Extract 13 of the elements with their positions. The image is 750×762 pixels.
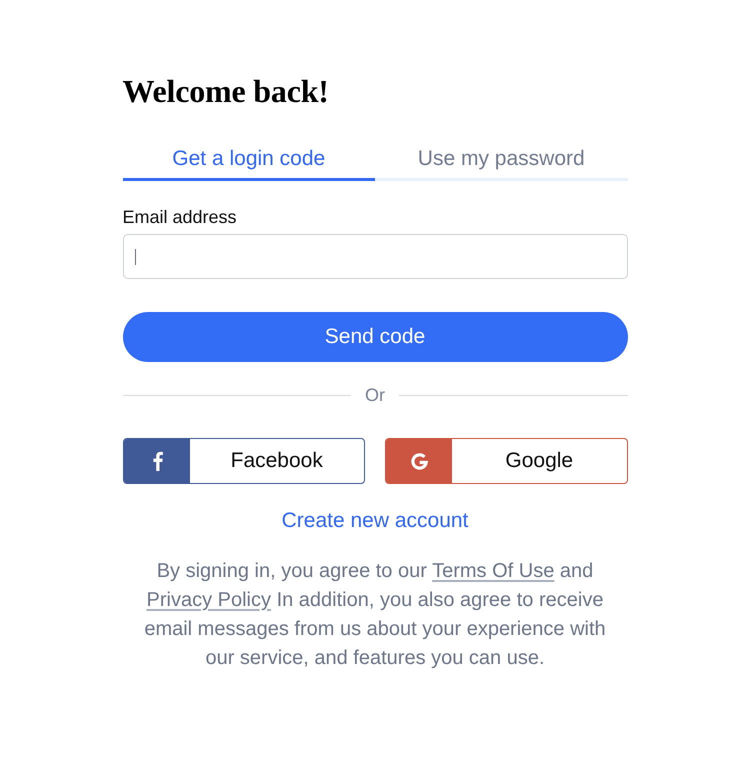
policy-link[interactable]: Terms Of Use	[432, 560, 554, 582]
email-input[interactable]	[122, 234, 628, 279]
tab[interactable]: Get a login code	[122, 144, 375, 181]
tab[interactable]: Use my password	[375, 144, 628, 181]
send-code-button[interactable]: Send code	[122, 312, 628, 362]
policy-link[interactable]: Privacy Policy	[146, 589, 272, 611]
divider-label: Or	[365, 385, 385, 405]
page-heading: Welcome back!	[122, 74, 329, 108]
facebook-login-button[interactable]: Facebook	[122, 438, 365, 484]
create-account-link[interactable]: Create new account	[282, 510, 468, 532]
legal-notice: By signing in, you agree to our Terms Of Use and Privacy Policy In addition, you also agree to receive email messages from us about your experience with our service, and features you can use.	[143, 559, 607, 671]
field-label: Email address	[122, 207, 237, 227]
google-login-button[interactable]: Google	[385, 438, 628, 484]
